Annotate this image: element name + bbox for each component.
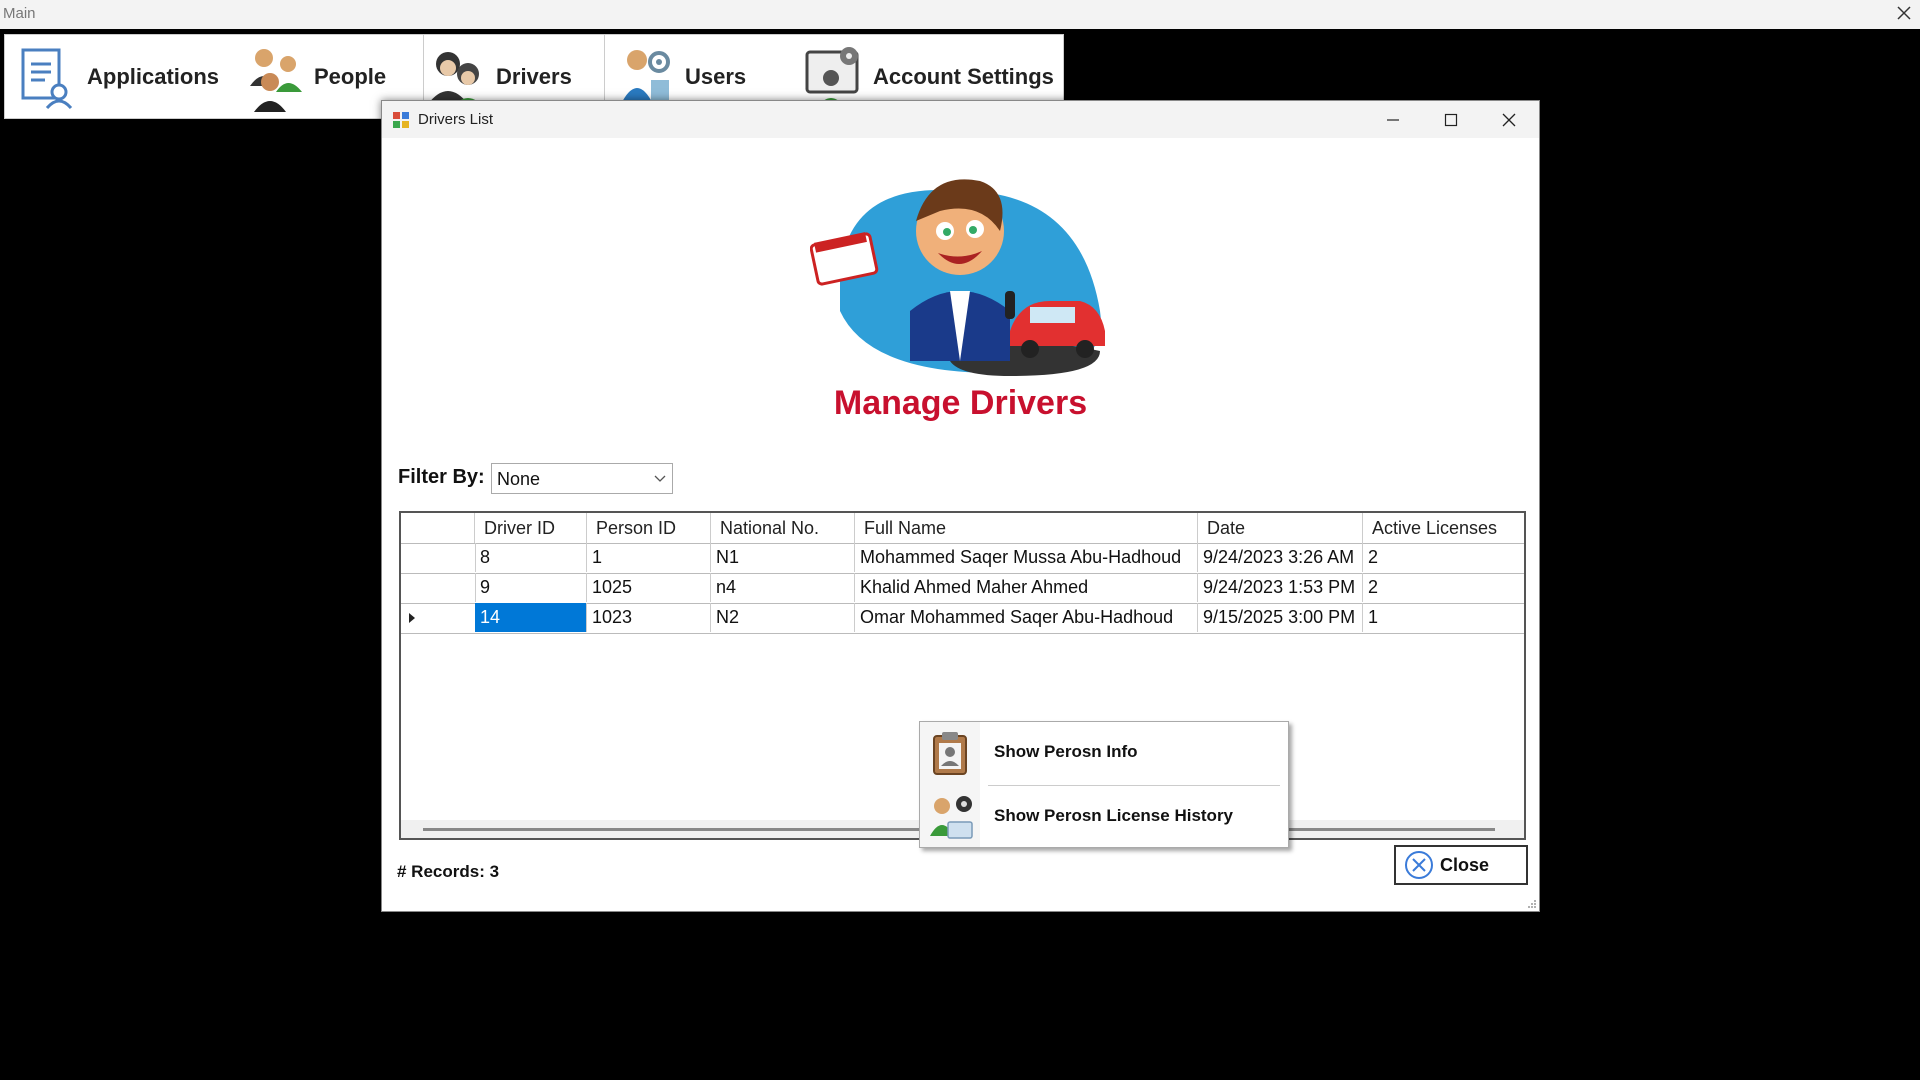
row-header[interactable] [401,573,476,602]
column-header-date[interactable]: Date [1198,513,1363,543]
cell-date[interactable]: 9/24/2023 1:53 PM [1198,573,1363,602]
cell-person-id[interactable]: 1023 [587,603,711,632]
menu-item-applications[interactable]: Applications [15,35,219,118]
column-header-person-id[interactable]: Person ID [587,513,711,543]
cell-national-no[interactable]: N2 [711,603,855,632]
current-row-arrow-icon [409,613,415,623]
driver-illustration [810,179,1105,376]
cell-active-licenses[interactable]: 2 [1363,573,1524,602]
table-row-current[interactable]: 14 1023 N2 Omar Mohammed Saqer Abu-Hadho… [401,603,1524,634]
cell-active-licenses[interactable]: 2 [1363,543,1524,572]
main-titlebar: Main [0,0,1920,29]
minimize-icon [1387,118,1399,121]
maximize-button[interactable] [1422,101,1480,138]
column-header-active-licenses[interactable]: Active Licenses [1363,513,1524,543]
cell-driver-id-selected[interactable]: 14 [475,603,587,632]
menu-label-show-license-history: Show Perosn License History [994,806,1234,825]
close-button-label: Close [1440,854,1490,875]
menu-label-users: Users [685,63,747,89]
menu-label-account-settings: Account Settings [873,63,1054,89]
row-context-menu: Show Perosn Info Show Perosn License His… [919,721,1289,848]
dialog-titlebar[interactable]: Drivers List [382,101,1539,138]
menu-label-applications: Applications [87,63,220,89]
page-title: Manage Drivers [833,384,1088,422]
maximize-icon [1444,113,1458,126]
menu-item-show-license-history[interactable]: Show Perosn License History [920,788,1288,846]
menu-item-show-person-info[interactable]: Show Perosn Info [920,724,1288,782]
resize-grip-icon[interactable] [1527,899,1537,909]
row-header[interactable] [401,543,476,572]
close-icon [1502,113,1516,126]
records-count: # Records: 3 [397,862,500,881]
cell-national-no[interactable]: N1 [711,543,855,572]
cell-full-name[interactable]: Omar Mohammed Saqer Abu-Hadhoud [855,603,1198,632]
cell-full-name[interactable]: Khalid Ahmed Maher Ahmed [855,573,1198,602]
row-header-current[interactable] [401,603,476,632]
license-history-icon [930,796,973,839]
minimize-button[interactable] [1364,101,1422,138]
row-header-corner [401,513,475,543]
cell-driver-id[interactable]: 9 [475,573,587,602]
cell-person-id[interactable]: 1 [587,543,711,572]
menu-label-drivers: Drivers [496,63,572,89]
main-close-icon[interactable] [1894,3,1914,23]
menu-label-people: People [314,63,387,89]
dialog-close-window-button[interactable] [1480,101,1538,138]
menu-item-people[interactable]: People [242,35,386,118]
filter-selected-value: None [497,469,541,489]
context-menu-separator [988,785,1280,786]
main-window-title: Main [3,5,36,22]
column-header-driver-id[interactable]: Driver ID [475,513,587,543]
column-header-full-name[interactable]: Full Name [855,513,1198,543]
dialog-title: Drivers List [418,111,494,128]
filter-by-select[interactable]: None [491,463,673,494]
cell-national-no[interactable]: n4 [711,573,855,602]
filter-by-label: Filter By: [398,466,485,488]
applications-icon [21,48,73,109]
cell-driver-id[interactable]: 8 [475,543,587,572]
app-window-icon [393,112,409,128]
close-circle-icon [1405,851,1433,879]
table-row[interactable]: 9 1025 n4 Khalid Ahmed Maher Ahmed 9/24/… [401,573,1524,604]
table-row[interactable]: 8 1 N1 Mohammed Saqer Mussa Abu-Hadhoud … [401,543,1524,574]
chevron-down-icon [654,475,666,482]
person-card-icon [933,732,967,775]
cell-date[interactable]: 9/24/2023 3:26 AM [1198,543,1363,572]
cell-person-id[interactable]: 1025 [587,573,711,602]
cell-date[interactable]: 9/15/2025 3:00 PM [1198,603,1363,632]
grid-header: Driver ID Person ID National No. Full Na… [401,513,1524,544]
drivers-list-dialog: Drivers List Manage Drivers Filter By: N… [381,100,1540,912]
column-header-national-no[interactable]: National No. [711,513,855,543]
cell-full-name[interactable]: Mohammed Saqer Mussa Abu-Hadhoud [855,543,1198,572]
people-icon [250,48,302,112]
cell-active-licenses[interactable]: 1 [1363,603,1524,632]
menu-label-show-person-info: Show Perosn Info [994,742,1138,761]
close-button[interactable]: Close [1394,845,1528,885]
